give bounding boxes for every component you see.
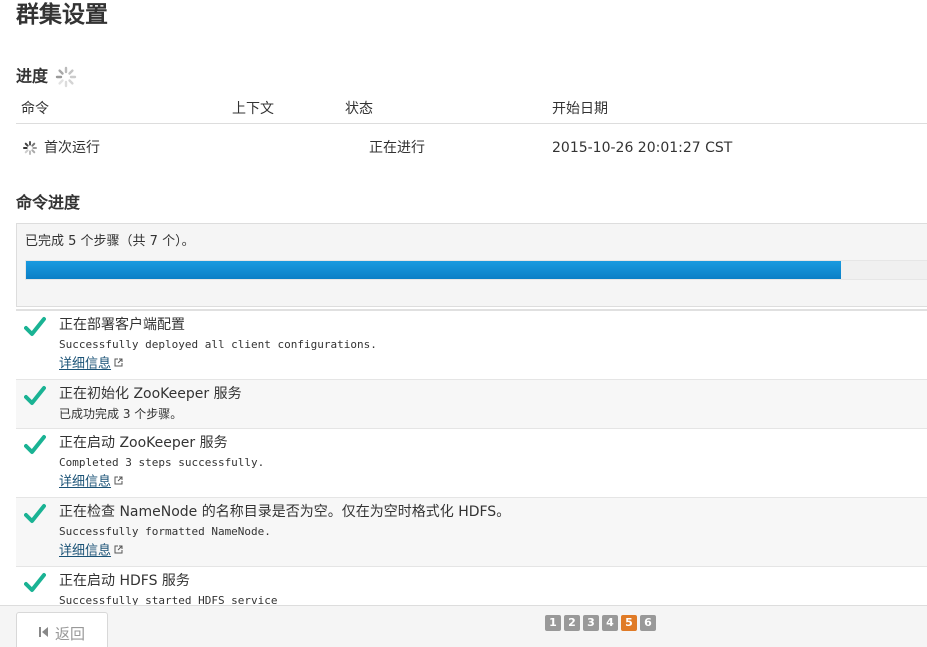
cluster-setup-page: 群集设置 进度 命令 上下文 状态 开始日期 首次运行 正在进行 2015-10… (0, 0, 927, 647)
step-message: 已成功完成 3 个步骤。 (59, 407, 183, 421)
page-number-4[interactable]: 4 (602, 615, 618, 631)
step-title: 正在检查 NameNode 的名称目录是否为空。仅在为空时格式化 HDFS。 (59, 504, 511, 520)
list-item: 正在检查 NameNode 的名称目录是否为空。仅在为空时格式化 HDFS。 Su… (16, 498, 927, 567)
check-icon (24, 385, 46, 411)
step-message: Successfully formatted NameNode. (59, 525, 271, 538)
steps-list[interactable]: 正在部署客户端配置 Successfully deployed all clien… (16, 309, 927, 605)
step-title: 正在启动 ZooKeeper 服务 (59, 435, 228, 451)
step-title: 正在部署客户端配置 (59, 317, 185, 333)
spinner-icon (22, 140, 38, 156)
external-link-icon (114, 355, 123, 373)
list-item: 正在初始化 ZooKeeper 服务 已成功完成 3 个步骤。 (16, 380, 927, 429)
page-number-1[interactable]: 1 (545, 615, 561, 631)
page-number-2[interactable]: 2 (564, 615, 580, 631)
progress-heading: 进度 (16, 65, 78, 89)
external-link-icon (114, 473, 123, 491)
list-item: 正在启动 HDFS 服务 Successfully started HDFS se… (16, 567, 927, 605)
back-arrow-icon (38, 624, 49, 642)
column-header-context[interactable]: 上下文 (232, 100, 274, 118)
check-icon (24, 503, 46, 529)
step-title: 正在启动 HDFS 服务 (59, 573, 190, 589)
progress-bar (25, 260, 927, 280)
command-status: 正在进行 (369, 140, 425, 156)
check-icon (24, 316, 46, 342)
details-link-label: 详细信息 (59, 356, 112, 372)
progress-bar-fill (26, 261, 842, 279)
column-header-start-date[interactable]: 开始日期 (552, 100, 608, 118)
check-icon (24, 572, 46, 598)
command-progress-panel: 已完成 5 个步骤（共 7 个）。 (16, 223, 927, 307)
progress-heading-label: 进度 (16, 66, 49, 86)
page-number-6[interactable]: 6 (640, 615, 656, 631)
details-link[interactable]: 详细信息 (59, 355, 123, 374)
column-header-status[interactable]: 状态 (345, 100, 373, 118)
back-button[interactable]: 返回 (16, 612, 108, 647)
step-message: Completed 3 steps successfully. (59, 456, 265, 469)
table-row: 首次运行 正在进行 2015-10-26 20:01:27 CST (16, 124, 927, 172)
column-header-command[interactable]: 命令 (21, 100, 49, 118)
command-start-date: 2015-10-26 20:01:27 CST (552, 140, 733, 156)
details-link[interactable]: 详细信息 (59, 542, 123, 561)
command-name[interactable]: 首次运行 (44, 139, 100, 157)
step-message: Successfully deployed all client configu… (59, 338, 377, 351)
footer-bar: 返回 123456 (0, 605, 927, 647)
details-link[interactable]: 详细信息 (59, 473, 123, 492)
pagination: 123456 (545, 615, 659, 631)
progress-summary: 已完成 5 个步骤（共 7 个）。 (25, 234, 195, 249)
details-link-label: 详细信息 (59, 474, 112, 490)
command-table-header: 命令 上下文 状态 开始日期 (16, 98, 927, 124)
command-cell: 首次运行 (22, 139, 100, 157)
check-icon (24, 434, 46, 460)
list-item: 正在部署客户端配置 Successfully deployed all clien… (16, 311, 927, 380)
step-title: 正在初始化 ZooKeeper 服务 (59, 386, 242, 402)
command-progress-heading: 命令进度 (16, 193, 81, 212)
spinner-icon (54, 65, 78, 89)
back-button-label: 返回 (54, 624, 85, 643)
page-title: 群集设置 (16, 2, 108, 28)
step-message: Successfully started HDFS service (59, 594, 278, 605)
external-link-icon (114, 542, 123, 560)
page-number-3[interactable]: 3 (583, 615, 599, 631)
details-link-label: 详细信息 (59, 543, 112, 559)
list-item: 正在启动 ZooKeeper 服务 Completed 3 steps succe… (16, 429, 927, 498)
page-number-5[interactable]: 5 (621, 615, 637, 631)
